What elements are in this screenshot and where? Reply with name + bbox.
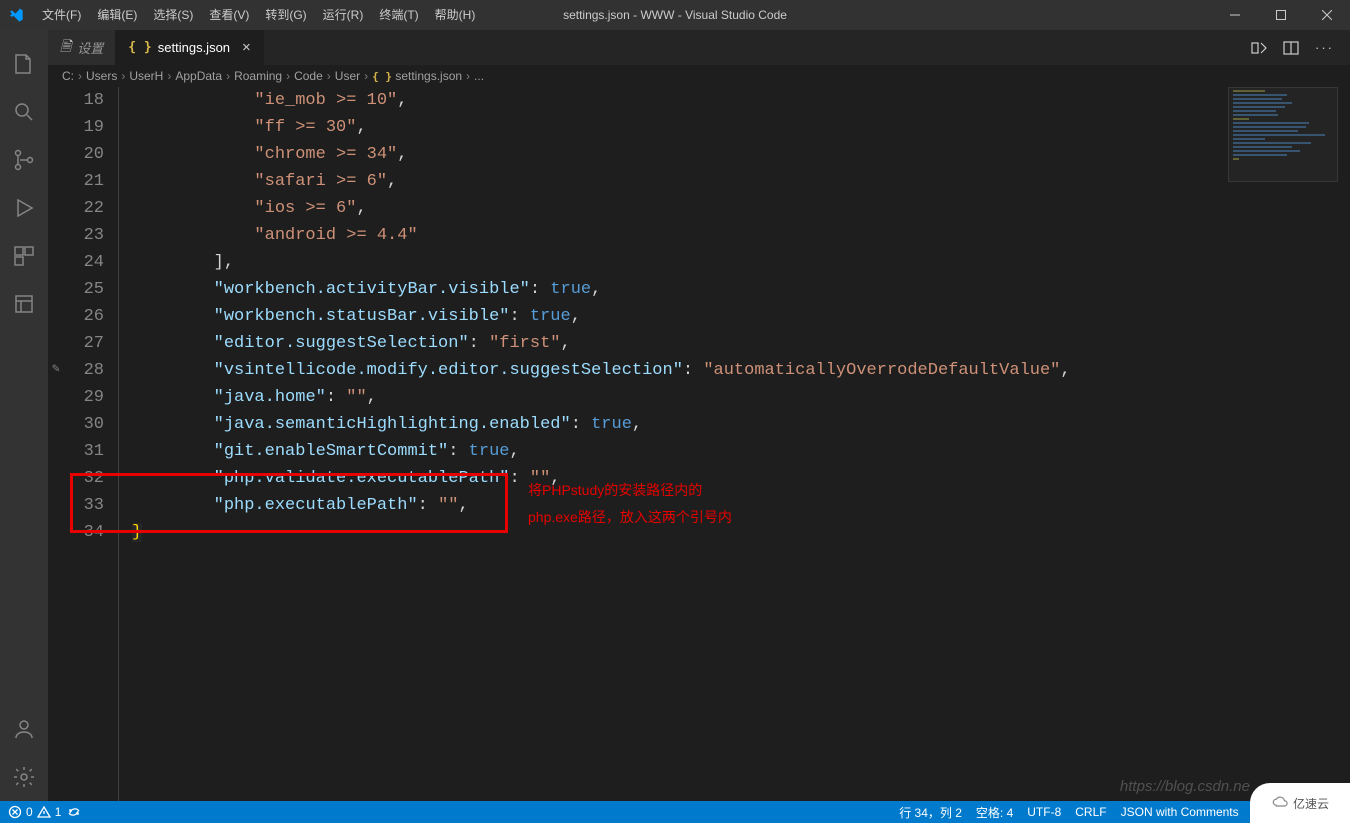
- menu-item[interactable]: 选择(S): [145, 0, 201, 30]
- tab-bar: 🗎 设置 { } settings.json × ···: [48, 30, 1350, 65]
- tab-label: 设置: [77, 38, 103, 57]
- menu-item[interactable]: 帮助(H): [427, 0, 484, 30]
- menu-item[interactable]: 编辑(E): [89, 0, 145, 30]
- menu-item[interactable]: 转到(G): [257, 0, 314, 30]
- encoding-status[interactable]: UTF-8: [1027, 805, 1061, 819]
- breadcrumb-segment[interactable]: ...: [474, 69, 484, 83]
- menu-item[interactable]: 查看(V): [201, 0, 257, 30]
- run-debug-icon[interactable]: [0, 184, 48, 232]
- window-title: settings.json - WWW - Visual Studio Code: [563, 8, 787, 22]
- pencil-icon[interactable]: ✎: [52, 355, 68, 382]
- document-icon: 🗎: [60, 36, 71, 60]
- close-icon[interactable]: ×: [242, 39, 251, 56]
- tab-settings-json[interactable]: { } settings.json ×: [116, 30, 264, 65]
- code-content[interactable]: "ie_mob >= 10", "ff >= 30", "chrome >= 3…: [132, 87, 1350, 801]
- extensions-icon[interactable]: [0, 232, 48, 280]
- vscode-icon: [8, 7, 24, 23]
- accounts-icon[interactable]: [0, 705, 48, 753]
- breadcrumb-segment[interactable]: Roaming: [234, 69, 282, 83]
- breadcrumb-segment[interactable]: Users: [86, 69, 117, 83]
- split-editor-icon[interactable]: [1283, 40, 1299, 56]
- editor-area: 🗎 设置 { } settings.json × ··· C:›Users›Us…: [48, 30, 1350, 801]
- maximize-button[interactable]: [1258, 0, 1304, 30]
- indentation-status[interactable]: 空格: 4: [976, 804, 1013, 821]
- tab-label: settings.json: [158, 40, 230, 55]
- title-bar: 文件(F)编辑(E)选择(S)查看(V)转到(G)运行(R)终端(T)帮助(H)…: [0, 0, 1350, 30]
- cursor-position[interactable]: 行 34，列 2: [899, 804, 962, 821]
- json-icon: { }: [128, 40, 151, 55]
- breadcrumb-segment[interactable]: UserH: [129, 69, 163, 83]
- eol-status[interactable]: CRLF: [1075, 805, 1106, 819]
- breadcrumb-segment[interactable]: AppData: [175, 69, 222, 83]
- settings-gear-icon[interactable]: [0, 753, 48, 801]
- breadcrumb-segment[interactable]: C:: [62, 69, 74, 83]
- annotation-text: 将PHPstudy的安装路径内的 php.exe路径，放入这两个引号内: [528, 477, 732, 530]
- breadcrumbs[interactable]: C:›Users›UserH›AppData›Roaming›Code›User…: [48, 65, 1350, 87]
- language-mode[interactable]: JSON with Comments: [1121, 805, 1239, 819]
- source-control-icon[interactable]: [0, 136, 48, 184]
- menu-item[interactable]: 文件(F): [34, 0, 89, 30]
- compare-changes-icon[interactable]: [1251, 40, 1267, 56]
- logo-badge: 亿速云: [1250, 783, 1350, 823]
- project-icon[interactable]: [0, 280, 48, 328]
- menu-item[interactable]: 终端(T): [371, 0, 426, 30]
- menu-bar: 文件(F)编辑(E)选择(S)查看(V)转到(G)运行(R)终端(T)帮助(H): [34, 0, 483, 30]
- problems-status[interactable]: 0 1: [8, 805, 61, 819]
- tab-settings[interactable]: 🗎 设置: [48, 30, 116, 65]
- explorer-icon[interactable]: [0, 40, 48, 88]
- status-bar: 0 1 行 34，列 2 空格: 4 UTF-8 CRLF JSON with …: [0, 801, 1350, 823]
- code-editor[interactable]: ✎ 1819202122232425262728293031323334 "ie…: [48, 87, 1350, 801]
- watermark: https://blog.csdn.ne: [1120, 778, 1250, 795]
- line-numbers: 1819202122232425262728293031323334: [68, 87, 118, 801]
- activity-bar: [0, 30, 48, 801]
- breadcrumb-segment[interactable]: User: [335, 69, 360, 83]
- menu-item[interactable]: 运行(R): [315, 0, 372, 30]
- minimize-button[interactable]: [1212, 0, 1258, 30]
- breadcrumb-segment[interactable]: Code: [294, 69, 323, 83]
- search-icon[interactable]: [0, 88, 48, 136]
- breadcrumb-segment[interactable]: { } settings.json: [372, 69, 462, 83]
- close-button[interactable]: [1304, 0, 1350, 30]
- more-icon[interactable]: ···: [1315, 40, 1334, 55]
- sync-status[interactable]: [67, 805, 81, 819]
- minimap[interactable]: [1228, 87, 1338, 182]
